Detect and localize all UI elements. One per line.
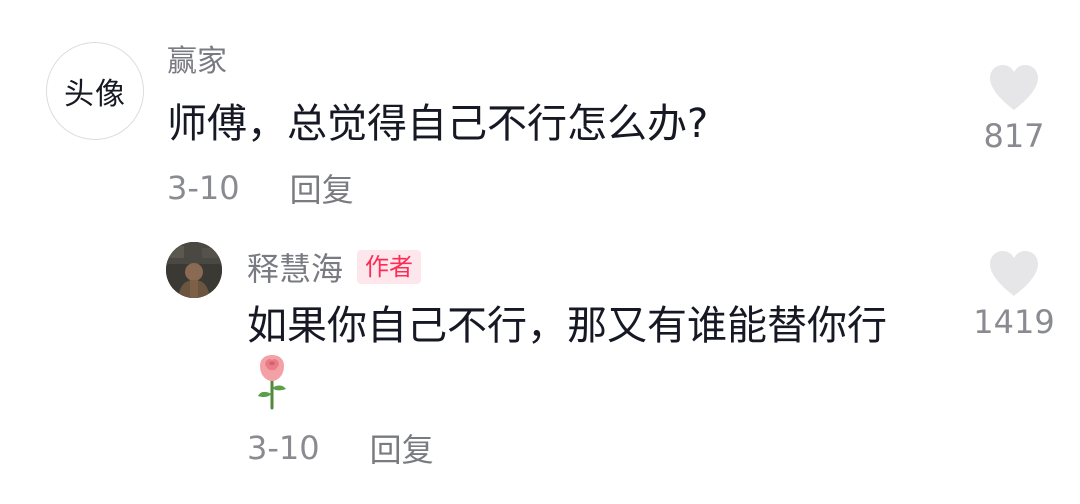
comment-meta: 3-10 回复: [167, 166, 354, 210]
comment-text: 师傅，总觉得自己不行怎么办?: [167, 101, 709, 147]
like-button[interactable]: 817: [978, 62, 1050, 156]
like-count: 817: [983, 117, 1045, 155]
rose-emoji: [258, 355, 286, 410]
comment-username[interactable]: 赢家: [167, 42, 227, 82]
avatar-label: 头像: [64, 77, 126, 112]
reply-meta: 3-10 回复: [247, 426, 434, 470]
reply-like-button[interactable]: 1419: [973, 248, 1055, 342]
reply-date: 3-10: [247, 429, 320, 467]
comment-date: 3-10: [167, 169, 240, 207]
author-badge: 作者: [357, 250, 422, 284]
reply-header: 释慧海 作者: [247, 244, 422, 290]
reply-avatar[interactable]: [166, 242, 222, 298]
avatar-image: [166, 242, 222, 298]
reply-button[interactable]: 回复: [290, 165, 354, 211]
reply-text: 如果你自己不行，那又有谁能替你行: [247, 303, 887, 349]
avatar[interactable]: 头像: [46, 42, 144, 140]
reply-reply-button[interactable]: 回复: [370, 425, 434, 471]
heart-icon: [990, 65, 1038, 110]
reply-like-count: 1419: [973, 303, 1055, 341]
heart-icon: [990, 251, 1038, 296]
reply-username[interactable]: 释慧海: [247, 244, 343, 290]
